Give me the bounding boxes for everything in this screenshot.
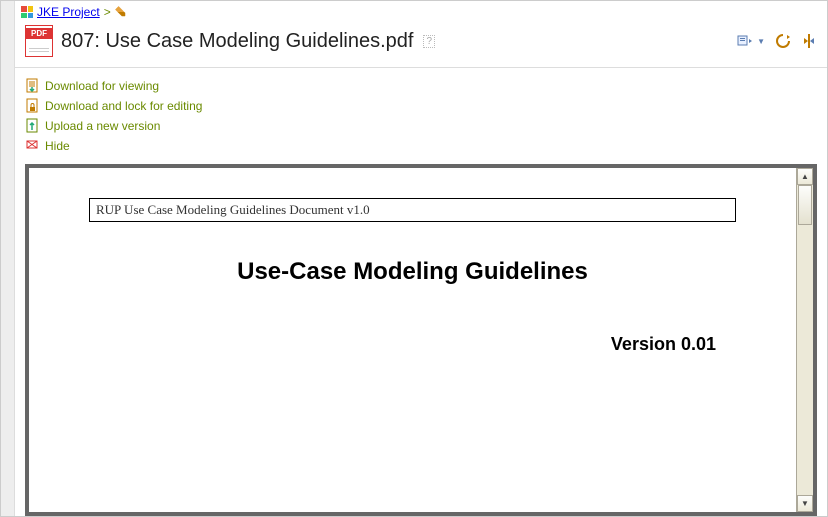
embedded-doc-version: Version 0.01: [89, 334, 736, 355]
embedded-content: RUP Use Case Modeling Guidelines Documen…: [29, 168, 796, 415]
hide-icon: [25, 138, 39, 154]
title-actions: ▼: [737, 33, 817, 49]
action-download-lock: Download and lock for editing: [25, 96, 817, 116]
main-panel: JKE Project > 807: Use Case Modeling Gui…: [15, 1, 827, 516]
app-frame: JKE Project > 807: Use Case Modeling Gui…: [0, 0, 828, 517]
document-viewer: RUP Use Case Modeling Guidelines Documen…: [25, 164, 817, 516]
scroll-up-button[interactable]: ▲: [797, 168, 813, 185]
action-upload: Upload a new version: [25, 116, 817, 136]
download-lock-icon: [25, 98, 39, 114]
title-row: 807: Use Case Modeling Guidelines.pdf ? …: [15, 21, 827, 68]
help-icon[interactable]: ?: [423, 35, 435, 48]
refresh-icon[interactable]: [775, 33, 791, 49]
embedded-doc-title: Use-Case Modeling Guidelines: [89, 258, 736, 286]
download-lock-link[interactable]: Download and lock for editing: [45, 99, 202, 113]
download-view-link[interactable]: Download for viewing: [45, 79, 159, 93]
upload-link[interactable]: Upload a new version: [45, 119, 160, 133]
action-hide: Hide: [25, 136, 817, 156]
breadcrumb-separator: >: [104, 5, 111, 19]
action-download-view: Download for viewing: [25, 76, 817, 96]
breadcrumb: JKE Project >: [15, 1, 827, 21]
pdf-icon: [25, 25, 53, 57]
download-view-icon: [25, 78, 39, 94]
title-left: 807: Use Case Modeling Guidelines.pdf ?: [25, 25, 435, 57]
page-title: 807: Use Case Modeling Guidelines.pdf: [61, 30, 413, 53]
export-menu-icon[interactable]: [737, 33, 753, 49]
export-menu-caret-icon[interactable]: ▼: [757, 37, 765, 46]
left-rail: [1, 1, 15, 516]
collapse-icon[interactable]: [801, 33, 817, 49]
vertical-scrollbar[interactable]: ▲ ▼: [796, 168, 813, 512]
embedded-doc-header: RUP Use Case Modeling Guidelines Documen…: [89, 198, 736, 222]
hide-link[interactable]: Hide: [45, 139, 70, 153]
document-page: RUP Use Case Modeling Guidelines Documen…: [29, 168, 796, 512]
upload-icon: [25, 118, 39, 134]
scroll-down-button[interactable]: ▼: [797, 495, 813, 512]
apps-icon[interactable]: [21, 6, 33, 18]
breadcrumb-project-link[interactable]: JKE Project: [37, 5, 100, 19]
scroll-thumb[interactable]: [798, 185, 812, 225]
pencil-icon[interactable]: [112, 4, 129, 21]
scroll-track[interactable]: [797, 225, 813, 495]
document-actions: Download for viewing Download and lock f…: [15, 68, 827, 164]
